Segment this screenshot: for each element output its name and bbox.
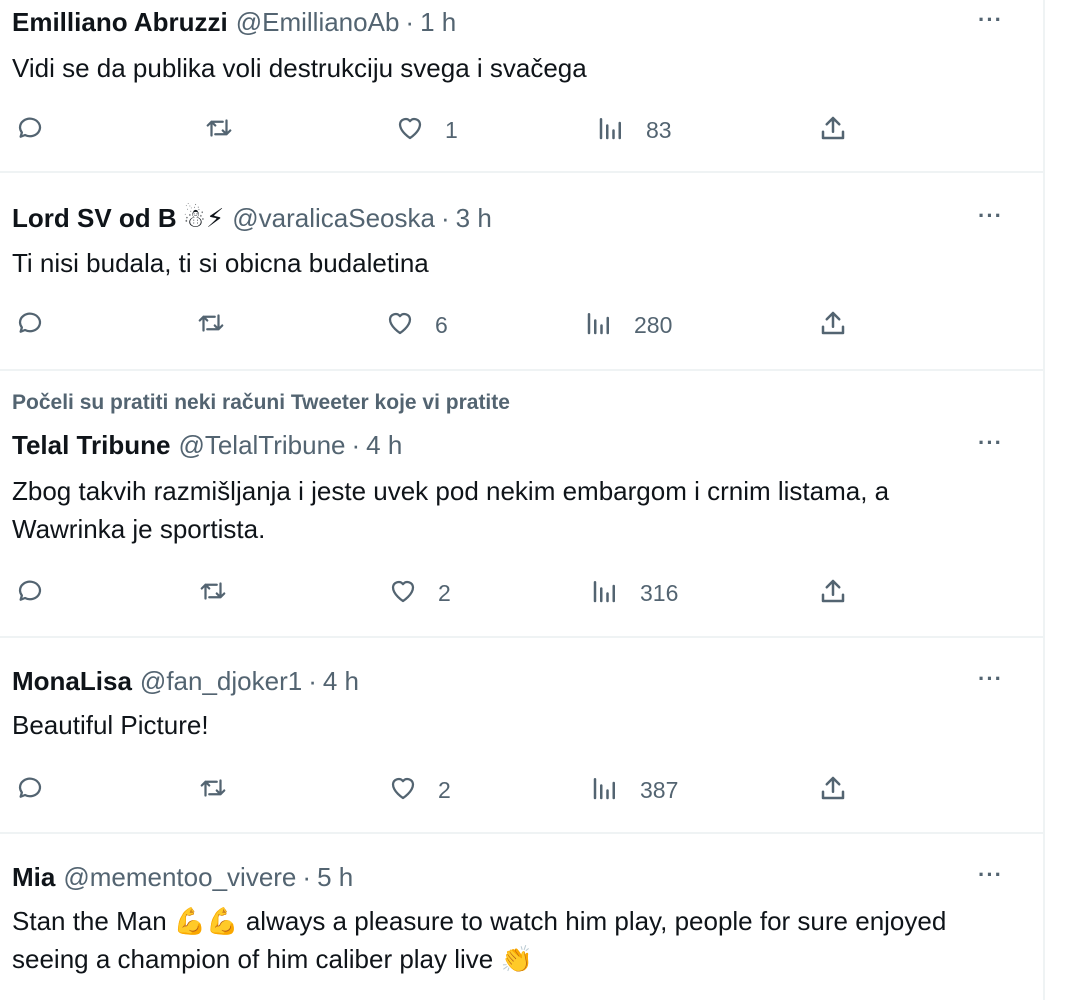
views-icon xyxy=(584,308,614,343)
share-icon xyxy=(818,576,848,611)
like-icon xyxy=(385,308,415,343)
views-button[interactable]: 316 xyxy=(590,575,678,611)
retweet-icon xyxy=(198,773,228,808)
tweet[interactable]: Emilliano Abruzzi @EmillianoAb · 1 h ···… xyxy=(0,0,1043,173)
share-icon xyxy=(818,113,848,148)
tweet-actions: 2 387 xyxy=(0,772,1043,808)
separator: · xyxy=(405,7,415,37)
timestamp[interactable]: 3 h xyxy=(456,203,492,233)
reply-button[interactable] xyxy=(15,772,45,808)
retweet-button[interactable] xyxy=(198,575,228,611)
tweet-header: Emilliano Abruzzi @EmillianoAb · 1 h xyxy=(12,7,456,37)
reply-icon xyxy=(15,308,45,343)
reply-icon xyxy=(15,773,45,808)
author-name[interactable]: Mia xyxy=(12,862,55,892)
author-name[interactable]: Telal Tribune xyxy=(12,430,170,460)
tweet-header: Lord SV od B ☃⚡ @varalicaSeoska · 3 h xyxy=(12,203,492,233)
separator: · xyxy=(302,862,312,892)
like-button[interactable]: 1 xyxy=(395,112,458,148)
tweet[interactable]: Mia @mementoo_vivere · 5 h ··· Stan the … xyxy=(0,834,1043,1000)
like-count: 6 xyxy=(435,311,448,338)
share-icon xyxy=(818,773,848,808)
views-button[interactable]: 280 xyxy=(584,307,672,343)
timestamp[interactable]: 5 h xyxy=(317,862,353,892)
views-count: 280 xyxy=(634,311,673,338)
more-icon[interactable]: ··· xyxy=(978,9,1003,31)
tweet-text: Zbog takvih razmišljanja i jeste uvek po… xyxy=(12,476,890,544)
retweet-button[interactable] xyxy=(196,307,226,343)
timeline-right-border xyxy=(1043,0,1045,1000)
timestamp[interactable]: 4 h xyxy=(366,430,402,460)
tweet[interactable]: MonaLisa @fan_djoker1 · 4 h ··· Beautifu… xyxy=(0,638,1043,834)
author-handle[interactable]: @mementoo_vivere xyxy=(63,862,296,892)
tweet[interactable]: Lord SV od B ☃⚡ @varalicaSeoska · 3 h ··… xyxy=(0,173,1043,371)
social-context: Počeli su pratiti neki računi Tweeter ko… xyxy=(12,391,510,414)
author-name[interactable]: Lord SV od B xyxy=(12,203,177,233)
retweet-icon xyxy=(198,576,228,611)
author-handle[interactable]: @EmillianoAb xyxy=(236,7,400,37)
reply-button[interactable] xyxy=(15,112,45,148)
reply-button[interactable] xyxy=(15,575,45,611)
retweet-button[interactable] xyxy=(198,772,228,808)
like-icon xyxy=(388,576,418,611)
like-count: 1 xyxy=(445,116,458,143)
like-button[interactable]: 6 xyxy=(385,307,448,343)
like-icon xyxy=(395,113,425,148)
more-icon[interactable]: ··· xyxy=(978,864,1003,886)
separator: · xyxy=(308,666,317,696)
author-name[interactable]: MonaLisa xyxy=(12,666,132,696)
like-count: 2 xyxy=(438,579,451,606)
tweet-actions: 1 83 xyxy=(0,112,1043,148)
separator: · xyxy=(440,203,450,233)
retweet-icon xyxy=(204,113,234,148)
tweet-actions: 2 316 xyxy=(0,575,1043,611)
views-button[interactable]: 83 xyxy=(596,112,672,148)
tweet-actions: 6 280 xyxy=(0,307,1043,343)
views-icon xyxy=(590,576,620,611)
author-handle[interactable]: @TelalTribune xyxy=(178,430,345,460)
views-button[interactable]: 387 xyxy=(590,772,678,808)
like-button[interactable]: 2 xyxy=(388,575,451,611)
tweet-text: Ti nisi budala, ti si obicna budaletina xyxy=(12,248,429,278)
like-count: 2 xyxy=(438,776,451,803)
tweet-text: Beautiful Picture! xyxy=(12,710,209,740)
tweet-text: Vidi se da publika voli destrukciju sveg… xyxy=(12,53,587,83)
timestamp[interactable]: 4 h xyxy=(323,666,359,696)
separator: · xyxy=(351,430,361,460)
name-emoji: ☃⚡ xyxy=(182,203,225,233)
more-icon[interactable]: ··· xyxy=(978,668,1003,690)
more-icon[interactable]: ··· xyxy=(978,432,1003,454)
views-icon xyxy=(596,113,626,148)
like-button[interactable]: 2 xyxy=(388,772,451,808)
retweet-button[interactable] xyxy=(204,112,234,148)
share-button[interactable] xyxy=(818,307,848,343)
share-button[interactable] xyxy=(818,575,848,611)
views-count: 387 xyxy=(640,776,679,803)
reply-button[interactable] xyxy=(15,307,45,343)
timestamp[interactable]: 1 h xyxy=(420,7,456,37)
tweet[interactable]: Počeli su pratiti neki računi Tweeter ko… xyxy=(0,371,1043,638)
tweet-header: MonaLisa @fan_djoker1 · 4 h xyxy=(12,666,359,696)
tweet-header: Mia @mementoo_vivere · 5 h xyxy=(12,862,353,892)
like-icon xyxy=(388,773,418,808)
views-count: 83 xyxy=(646,116,672,143)
views-count: 316 xyxy=(640,579,679,606)
share-icon xyxy=(818,308,848,343)
share-button[interactable] xyxy=(818,772,848,808)
reply-icon xyxy=(15,576,45,611)
reply-icon xyxy=(15,113,45,148)
author-handle[interactable]: @varalicaSeoska xyxy=(232,203,435,233)
share-button[interactable] xyxy=(818,112,848,148)
more-icon[interactable]: ··· xyxy=(978,205,1003,227)
retweet-icon xyxy=(196,308,226,343)
views-icon xyxy=(590,773,620,808)
author-name[interactable]: Emilliano Abruzzi xyxy=(12,7,228,37)
author-handle[interactable]: @fan_djoker1 xyxy=(140,666,302,696)
tweet-header: Telal Tribune @TelalTribune · 4 h xyxy=(12,430,402,460)
tweet-text: Stan the Man 💪💪 always a pleasure to wat… xyxy=(12,906,947,974)
